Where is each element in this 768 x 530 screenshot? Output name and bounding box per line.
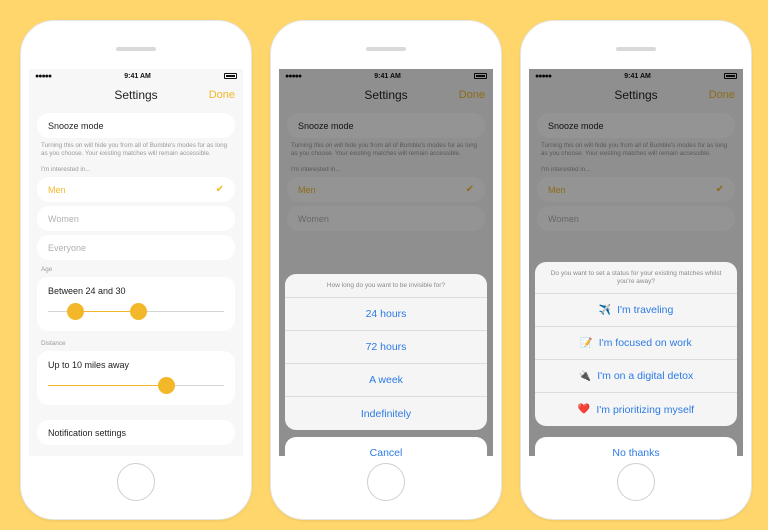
duration-option-week[interactable]: A week [285, 364, 487, 397]
settings-screen: ●●●●● 9:41 AM Settings Done Snooze mode … [29, 69, 243, 456]
distance-card: Up to 10 miles away [37, 351, 235, 405]
memo-icon: 📝 [580, 337, 593, 349]
home-button[interactable] [367, 463, 405, 501]
page-title: Settings [114, 88, 158, 102]
distance-value: Up to 10 miles away [48, 360, 130, 370]
status-bar: ●●●●● 9:41 AM [29, 69, 243, 83]
done-button[interactable]: Done [209, 89, 235, 101]
duration-sheet-title: How long do you want to be invisible for… [285, 274, 487, 298]
plug-icon: 🔌 [578, 370, 592, 382]
option-men[interactable]: Men ✔ [37, 177, 235, 202]
phone-duration: ●●●●● 9:41 AM Settings Done Snooze mode … [270, 20, 502, 520]
home-button[interactable] [617, 463, 655, 501]
speaker [616, 47, 656, 51]
status-option-myself[interactable]: ❤️ I'm prioritizing myself [535, 393, 737, 426]
interested-label: I'm interested in... [41, 166, 91, 173]
cancel-button[interactable]: Cancel [285, 437, 487, 456]
speaker [116, 47, 156, 51]
snooze-help-text: Turning this on will hide you from all o… [41, 142, 228, 157]
signal-icon: ●●●●● [35, 72, 52, 80]
no-thanks-button[interactable]: No thanks [535, 437, 737, 456]
age-label: Age [41, 266, 53, 273]
distance-slider[interactable] [48, 377, 224, 394]
notification-settings-label: Notification settings [48, 427, 127, 438]
duration-action-sheet: How long do you want to be invisible for… [285, 274, 487, 430]
nav-bar: Settings Done [29, 83, 243, 107]
age-slider[interactable] [48, 303, 224, 320]
snooze-mode-label: Snooze mode [48, 120, 104, 131]
status-sheet-title: Do you want to set a status for your exi… [535, 262, 737, 294]
status-option-traveling[interactable]: ✈️ I'm traveling [535, 294, 737, 327]
checkmark-icon: ✔ [215, 184, 224, 195]
home-button[interactable] [117, 463, 155, 501]
speaker [366, 47, 406, 51]
phone-settings: ●●●●● 9:41 AM Settings Done Snooze mode … [20, 20, 252, 520]
age-max-thumb[interactable] [130, 303, 147, 320]
option-men-label: Men [48, 184, 66, 195]
status-screen: ●●●●● 9:41 AM Settings Done Snooze mode … [529, 69, 743, 456]
option-everyone[interactable]: Everyone [37, 235, 235, 260]
battery-icon [223, 73, 237, 79]
clock: 9:41 AM [124, 72, 151, 80]
age-card: Between 24 and 30 [37, 277, 235, 331]
heart-icon: ❤️ [577, 404, 591, 415]
option-women-label: Women [48, 213, 79, 224]
phone-status: ●●●●● 9:41 AM Settings Done Snooze mode … [520, 20, 752, 520]
duration-option-72-hours[interactable]: 72 hours [285, 331, 487, 364]
option-women[interactable]: Women [37, 206, 235, 231]
duration-option-indefinitely[interactable]: Indefinitely [285, 397, 487, 430]
distance-label: Distance [41, 340, 66, 347]
airplane-icon: ✈️ [598, 304, 612, 316]
status-action-sheet: Do you want to set a status for your exi… [535, 262, 737, 426]
status-option-work[interactable]: 📝 I'm focused on work [535, 327, 737, 360]
age-min-thumb[interactable] [67, 303, 84, 320]
status-option-detox[interactable]: 🔌 I'm on a digital detox [535, 360, 737, 393]
snooze-mode-row[interactable]: Snooze mode [37, 113, 235, 138]
notification-settings-row[interactable]: Notification settings [37, 420, 235, 445]
duration-screen: ●●●●● 9:41 AM Settings Done Snooze mode … [279, 69, 493, 456]
distance-thumb[interactable] [158, 377, 175, 394]
duration-option-24-hours[interactable]: 24 hours [285, 298, 487, 331]
age-value: Between 24 and 30 [48, 286, 126, 296]
option-everyone-label: Everyone [48, 242, 87, 253]
